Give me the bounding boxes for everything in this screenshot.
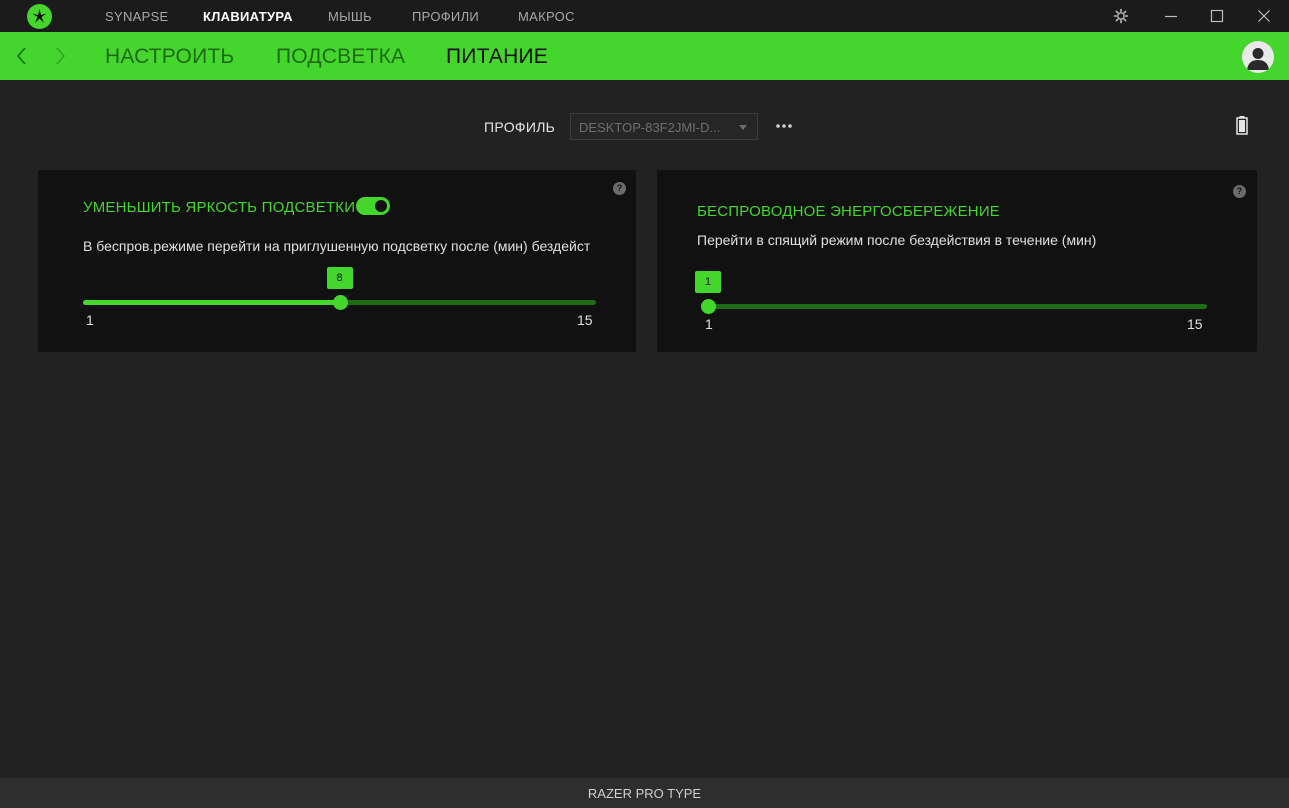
sub-nav-bar: НАСТРОИТЬ ПОДСВЕТКА ПИТАНИЕ — [0, 32, 1289, 80]
dim-lighting-panel: ? УМЕНЬШИТЬ ЯРКОСТЬ ПОДСВЕТКИ В беспров.… — [38, 170, 636, 352]
slider-value-bubble: 1 — [695, 271, 721, 293]
top-nav-synapse[interactable]: SYNAPSE — [105, 9, 169, 24]
top-nav-keyboard[interactable]: КЛАВИАТУРА — [203, 9, 293, 24]
profile-label: ПРОФИЛЬ — [484, 119, 556, 135]
tab-lighting[interactable]: ПОДСВЕТКА — [276, 45, 405, 69]
dim-lighting-description: В беспров.режиме перейти на приглушенную… — [83, 238, 591, 254]
slider-min-label: 1 — [705, 316, 713, 332]
device-footer: RAZER PRO TYPE — [0, 778, 1289, 808]
device-name: RAZER PRO TYPE — [587, 786, 702, 801]
wireless-power-description: Перейти в спящий режим после бездействия… — [697, 232, 1097, 248]
profile-dropdown-value: DESKTOP-83F2JMI-D... — [579, 120, 721, 135]
minimize-icon[interactable] — [1161, 6, 1181, 26]
slider-fill — [83, 300, 340, 305]
back-arrow-icon[interactable] — [12, 45, 32, 67]
user-avatar-icon[interactable] — [1242, 41, 1274, 73]
wireless-power-panel: ? БЕСПРОВОДНОЕ ЭНЕРГОСБЕРЕЖЕНИЕ Перейти … — [657, 170, 1257, 352]
help-icon[interactable]: ? — [1233, 185, 1246, 198]
slider-thumb[interactable] — [332, 295, 348, 310]
close-icon[interactable] — [1254, 6, 1274, 26]
wireless-power-slider[interactable]: 1 — [695, 271, 1207, 314]
chevron-down-icon — [739, 125, 747, 130]
top-nav-profiles[interactable]: ПРОФИЛИ — [412, 9, 479, 24]
title-bar: SYNAPSE КЛАВИАТУРА МЫШЬ ПРОФИЛИ МАКРОС — [0, 0, 1289, 32]
tab-customize[interactable]: НАСТРОИТЬ — [105, 45, 234, 69]
toggle-knob — [375, 200, 387, 212]
user-silhouette-icon — [1247, 48, 1269, 70]
dim-lighting-title: УМЕНЬШИТЬ ЯРКОСТЬ ПОДСВЕТКИ — [83, 199, 356, 216]
slider-min-label: 1 — [86, 312, 94, 328]
slider-max-label: 15 — [577, 312, 593, 328]
help-icon[interactable]: ? — [613, 182, 626, 195]
maximize-icon[interactable] — [1207, 6, 1227, 26]
dim-lighting-toggle[interactable] — [356, 197, 390, 215]
more-dots-icon[interactable] — [774, 120, 794, 132]
profile-dropdown[interactable]: DESKTOP-83F2JMI-D... — [570, 113, 758, 140]
top-nav-mouse[interactable]: МЫШЬ — [328, 9, 372, 24]
battery-icon — [1236, 116, 1248, 135]
razer-logo-icon[interactable] — [27, 4, 52, 29]
slider-value-bubble: 8 — [326, 267, 353, 289]
slider-thumb[interactable] — [701, 299, 716, 314]
forward-arrow-icon[interactable] — [50, 45, 70, 67]
dim-lighting-slider[interactable]: 8 — [83, 267, 596, 310]
wireless-power-title: БЕСПРОВОДНОЕ ЭНЕРГОСБЕРЕЖЕНИЕ — [697, 203, 1001, 220]
slider-max-label: 15 — [1187, 316, 1203, 332]
settings-gear-icon[interactable] — [1111, 6, 1131, 26]
tab-power[interactable]: ПИТАНИЕ — [446, 45, 548, 69]
top-nav-macro[interactable]: МАКРОС — [518, 9, 575, 24]
